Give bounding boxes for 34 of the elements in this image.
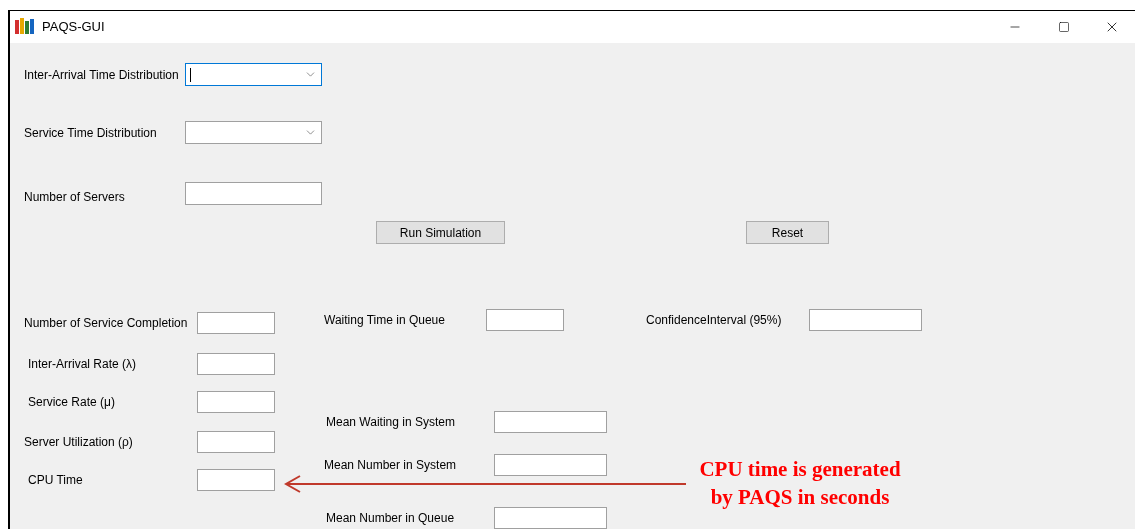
result-label: Mean Number in Queue — [325, 510, 456, 527]
text-field[interactable] — [197, 431, 275, 453]
annotation-text: CPU time is generated — [699, 456, 901, 483]
text-field[interactable] — [197, 391, 275, 413]
field-label: Number of Servers — [24, 189, 126, 206]
text-field[interactable] — [197, 469, 275, 491]
result-label: Waiting Time in Queue — [324, 312, 446, 329]
text-field[interactable] — [197, 312, 275, 334]
field-label: Inter-Arrival Time Distribution — [24, 66, 180, 84]
dropdown[interactable] — [185, 121, 322, 144]
text-field[interactable] — [809, 309, 922, 331]
text-field[interactable] — [494, 411, 607, 433]
text-field[interactable] — [494, 454, 607, 476]
result-label: Service Rate (μ) — [27, 394, 116, 411]
dropdown[interactable] — [185, 63, 322, 86]
result-label: Inter-Arrival Rate (λ) — [27, 356, 138, 373]
reset-button[interactable]: Reset — [746, 221, 829, 244]
field-label: Service Time Distribution — [24, 124, 158, 142]
maximize-icon — [1058, 21, 1070, 33]
run-simulation-button[interactable]: Run Simulation — [376, 221, 505, 244]
text-field[interactable] — [197, 353, 275, 375]
result-label: Server Utilization (ρ) — [24, 434, 134, 451]
app-icon — [14, 18, 36, 36]
result-label: Number of Service Completion — [24, 315, 189, 332]
annotation-text: by PAQS in seconds — [710, 484, 890, 511]
result-label: CPU Time — [27, 472, 84, 489]
result-label: ConfidenceInterval (95%) — [646, 312, 783, 329]
result-label: Mean Waiting in System — [325, 414, 456, 431]
text-field[interactable] — [486, 309, 564, 331]
window-title: PAQS-GUI — [42, 18, 105, 37]
result-label: Mean Number in System — [324, 457, 458, 474]
text-caret — [190, 68, 191, 82]
text-field[interactable] — [185, 181, 322, 205]
text-field[interactable] — [494, 507, 607, 529]
